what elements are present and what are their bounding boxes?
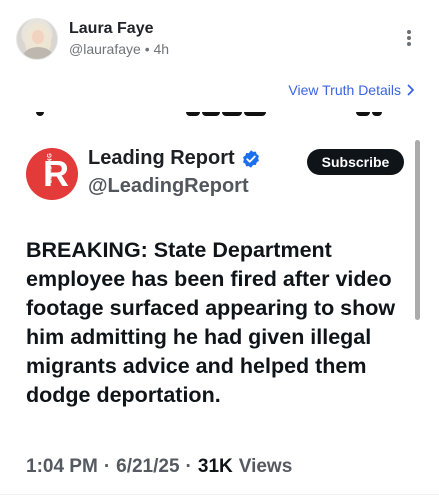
views-label: Views (238, 456, 293, 477)
view-truth-details-link[interactable]: View Truth Details (288, 82, 415, 98)
quoted-account-name-text: Leading Report (88, 147, 235, 169)
verified-badge-icon (242, 149, 259, 168)
quoted-account-name[interactable]: Leading Report (88, 147, 261, 170)
logo-letter: R (43, 153, 69, 194)
divider (0, 494, 439, 495)
quoted-account-handle[interactable]: @LeadingReport (88, 175, 249, 198)
quoted-post-text: BREAKING: State Department employee has … (26, 238, 396, 407)
author-meta: @laurafaye • 4h (69, 41, 169, 57)
views-count: 31K (197, 456, 233, 477)
scrollbar[interactable] (415, 140, 420, 320)
meta-dot: · (103, 456, 111, 477)
avatar-face (32, 30, 44, 44)
view-details-label: View Truth Details (288, 82, 401, 98)
quoted-post-time: 1:04 PM (26, 456, 98, 477)
subscribe-button[interactable]: Subscribe (307, 149, 404, 175)
author-name[interactable]: Laura Faye (69, 20, 153, 38)
post-header: Laura Faye @laurafaye • 4h (0, 0, 439, 70)
quoted-post-date: 6/21/25 (116, 456, 180, 477)
chevron-right-icon (407, 84, 414, 96)
quoted-post-meta: 1:04 PM · 6/21/25 · 31K Views (26, 456, 292, 478)
meta-separator: • (144, 41, 150, 57)
clipped-text-strip (36, 112, 396, 124)
meta-dot: · (185, 456, 192, 477)
author-handle[interactable]: @laurafaye (69, 41, 141, 57)
avatar[interactable] (16, 18, 58, 60)
avatar-body (23, 47, 53, 59)
post-time[interactable]: 4h (154, 41, 170, 57)
leading-report-logo[interactable]: LEADING R (26, 148, 78, 200)
more-vertical-icon[interactable] (402, 28, 416, 50)
